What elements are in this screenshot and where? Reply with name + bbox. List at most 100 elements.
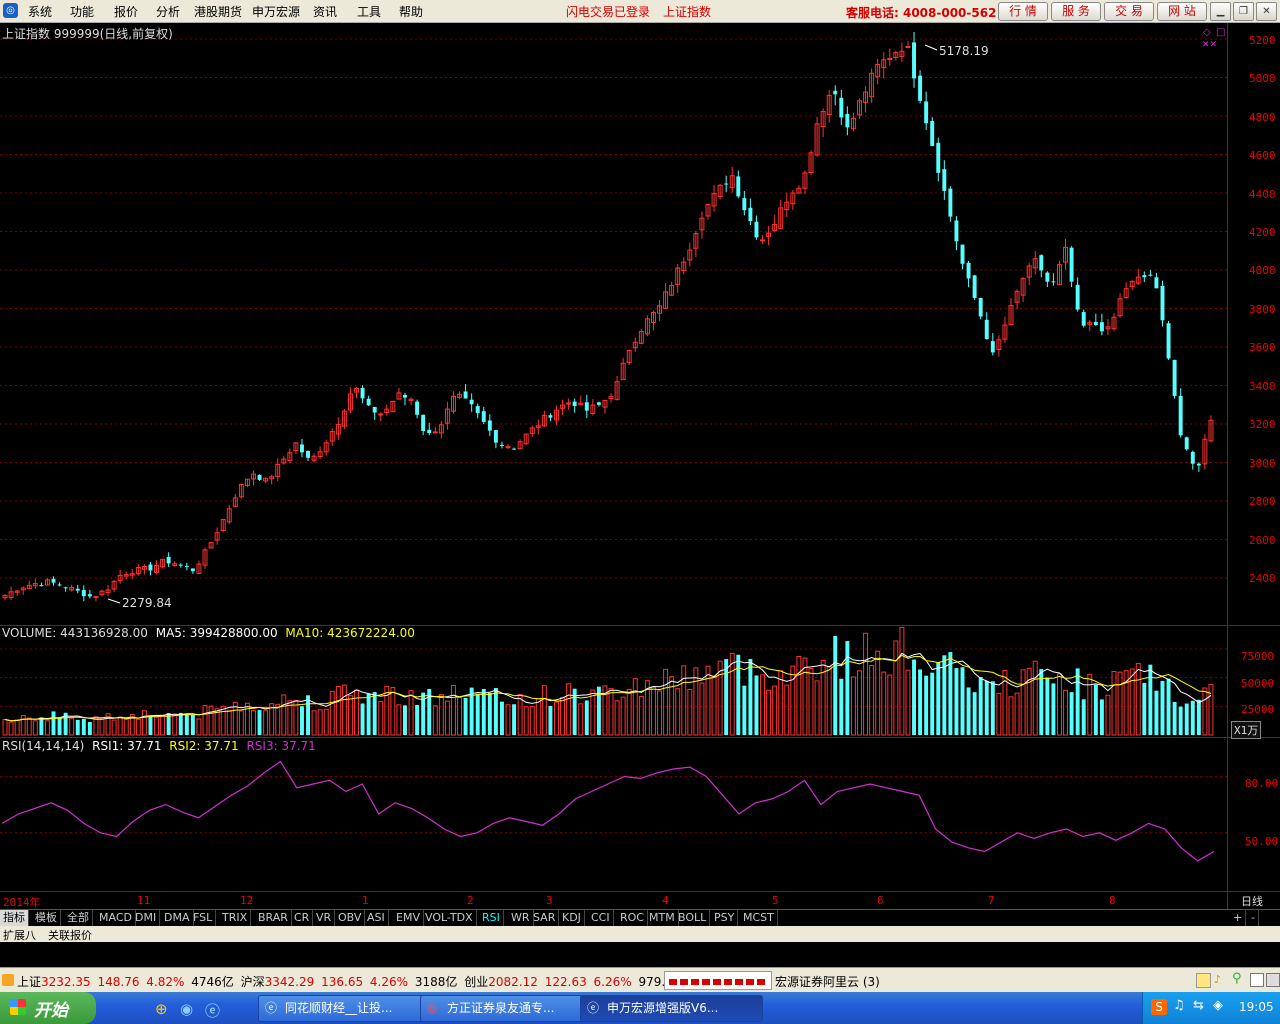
diamond-icon[interactable]: ◇ <box>1203 27 1211 38</box>
security-icon[interactable]: ◈ <box>1213 998 1223 1013</box>
tab-indicator-指标[interactable]: 指标 <box>0 910 29 926</box>
sh-amount: 4746亿 <box>191 975 234 989</box>
service-hotline: 客服电话: 4008-000-562 <box>846 6 997 20</box>
tab-indicator-asi[interactable]: ASI <box>364 910 389 926</box>
tab-related-quote[interactable]: 关联报价 <box>48 927 92 943</box>
tab-indicator-trix[interactable]: TRIX <box>219 910 252 926</box>
chart-canvas[interactable]: ◇ □ ✕✕ <box>0 23 1280 909</box>
quote-button[interactable]: 行 情 <box>998 2 1048 21</box>
hs-amount: 3188亿 <box>414 975 458 989</box>
tab-indicator-sar[interactable]: SAR <box>530 910 560 926</box>
zoom-in-button[interactable]: + <box>1230 910 1247 926</box>
candle-body-down <box>1093 321 1098 325</box>
tab-indicator-dma[interactable]: DMA <box>161 910 194 926</box>
tab-indicator-模板[interactable]: 模板 <box>32 910 61 926</box>
volume-bar-up <box>663 668 669 736</box>
menu-hk-futures[interactable]: 港股期货 <box>194 3 242 20</box>
volume-bar-up <box>505 704 511 736</box>
minimize-icon[interactable]: ▁ <box>1210 2 1231 21</box>
tab-indicator-emv[interactable]: EMV <box>393 910 424 926</box>
volume-bar-down <box>360 703 365 735</box>
tab-indicator-boll[interactable]: BOLL <box>675 910 711 926</box>
volume-bar-up <box>826 666 832 736</box>
tab-indicator-cci[interactable]: CCI <box>588 910 614 926</box>
task-founder-securities[interactable]: ◎ 方正证券泉友通专... <box>420 995 603 1022</box>
menu-news[interactable]: 资讯 <box>313 3 337 20</box>
menu-help[interactable]: 帮助 <box>399 3 423 20</box>
volume-bar-up <box>238 710 244 736</box>
volume-bar-up <box>44 720 50 736</box>
volume-bar-down <box>403 705 407 735</box>
sogou-icon[interactable]: S <box>1151 999 1167 1015</box>
quicklaunch-app-icon[interactable]: ◉ <box>180 1000 193 1018</box>
candle-body-down <box>190 568 195 572</box>
tab-indicator-macd[interactable]: MACD <box>96 910 136 926</box>
candle-body-down <box>984 319 989 340</box>
task-label: 同花顺财经__让投... <box>285 1001 393 1015</box>
volume-bar-down <box>930 672 935 735</box>
candle-body-down <box>1075 284 1080 310</box>
time-label: 5 <box>772 894 779 907</box>
menu-analysis[interactable]: 分析 <box>156 3 180 20</box>
service-button[interactable]: 服 务 <box>1051 2 1101 21</box>
menu-tools[interactable]: 工具 <box>357 3 381 20</box>
start-button[interactable]: 开始 <box>0 992 96 1024</box>
website-button[interactable]: 网 站 <box>1157 2 1207 21</box>
time-label: 2 <box>467 894 474 907</box>
candle-body-up <box>93 596 99 599</box>
tab-indicator-brar[interactable]: BRAR <box>255 910 292 926</box>
volume-bar-down <box>372 692 377 735</box>
candle-body-down <box>1160 285 1165 321</box>
period-label[interactable]: 日线 <box>1241 893 1263 909</box>
restore-icon[interactable]: ❐ <box>1233 2 1254 21</box>
note-icon[interactable] <box>1196 973 1211 988</box>
tab-indicator-psy[interactable]: PSY <box>711 910 739 926</box>
task-tonghuashun[interactable]: ⓔ 同花顺财经__让投... <box>258 995 441 1022</box>
app-logo-icon[interactable]: ◎ <box>3 3 18 18</box>
quicklaunch-ie-icon[interactable]: ⊕ <box>155 1000 168 1018</box>
tab-indicator-kdj[interactable]: KDJ <box>559 910 585 926</box>
menu-system[interactable]: 系统 <box>28 3 52 20</box>
settings-icon[interactable] <box>1266 973 1280 987</box>
volume-bar-up <box>26 717 32 736</box>
menu-quote[interactable]: 报价 <box>114 3 138 20</box>
volume-bar-up <box>457 697 462 736</box>
tab-indicator-cr[interactable]: CR <box>291 910 314 926</box>
task-swhy-enhanced[interactable]: ⓔ 申万宏源增强版V6... <box>580 995 763 1022</box>
volume-icon[interactable]: ♫ <box>1173 998 1185 1013</box>
candle-body-down <box>942 169 947 191</box>
zoom-out-button[interactable]: - <box>1248 910 1259 926</box>
bell-icon[interactable]: ♪ <box>1214 973 1227 986</box>
volume-unit: X1万 <box>1231 721 1262 739</box>
tab-indicator-dmi[interactable]: DMI <box>132 910 161 926</box>
chat-icon[interactable] <box>1250 973 1264 987</box>
tab-indicator-vol-tdx[interactable]: VOL-TDX <box>422 910 477 926</box>
index-icon[interactable] <box>2 974 14 986</box>
tab-indicator-obv[interactable]: OBV <box>335 910 366 926</box>
candle-body-down <box>596 402 601 405</box>
tab-indicator-rsi[interactable]: RSI <box>479 910 504 926</box>
tab-indicator-roc[interactable]: ROC <box>617 910 648 926</box>
tab-indicator-vr[interactable]: VR <box>313 910 336 926</box>
tab-extension-8[interactable]: 扩展八 <box>3 927 36 943</box>
candle-body-down <box>1190 451 1195 464</box>
tab-indicator-全部[interactable]: 全部 <box>64 910 93 926</box>
signal-icon[interactable]: ⚲ <box>1232 971 1242 986</box>
tab-indicator-fsl[interactable]: FSL <box>190 910 217 926</box>
menu-function[interactable]: 功能 <box>70 3 94 20</box>
server-name[interactable]: 宏源证券阿里云 (3) <box>775 973 880 990</box>
tab-indicator-mtm[interactable]: MTM <box>646 910 679 926</box>
volume-bar-up <box>341 684 347 736</box>
volume-bar-down <box>1166 678 1171 735</box>
candle-body-down <box>166 557 171 564</box>
quicklaunch-browser-icon[interactable]: ⓔ <box>205 1000 220 1021</box>
volume-bar-up <box>699 682 705 736</box>
window-icon[interactable]: □ <box>1216 27 1225 38</box>
candlesticks[interactable] <box>2 31 1214 602</box>
trade-button[interactable]: 交 易 <box>1104 2 1154 21</box>
network-icon[interactable]: ⇆ <box>1193 998 1204 1013</box>
tab-indicator-mcst[interactable]: MCST <box>740 910 778 926</box>
menu-swhy[interactable]: 申万宏源 <box>252 3 300 20</box>
close-icon[interactable]: ✕ <box>1256 2 1277 21</box>
candle-body-down <box>748 207 753 222</box>
